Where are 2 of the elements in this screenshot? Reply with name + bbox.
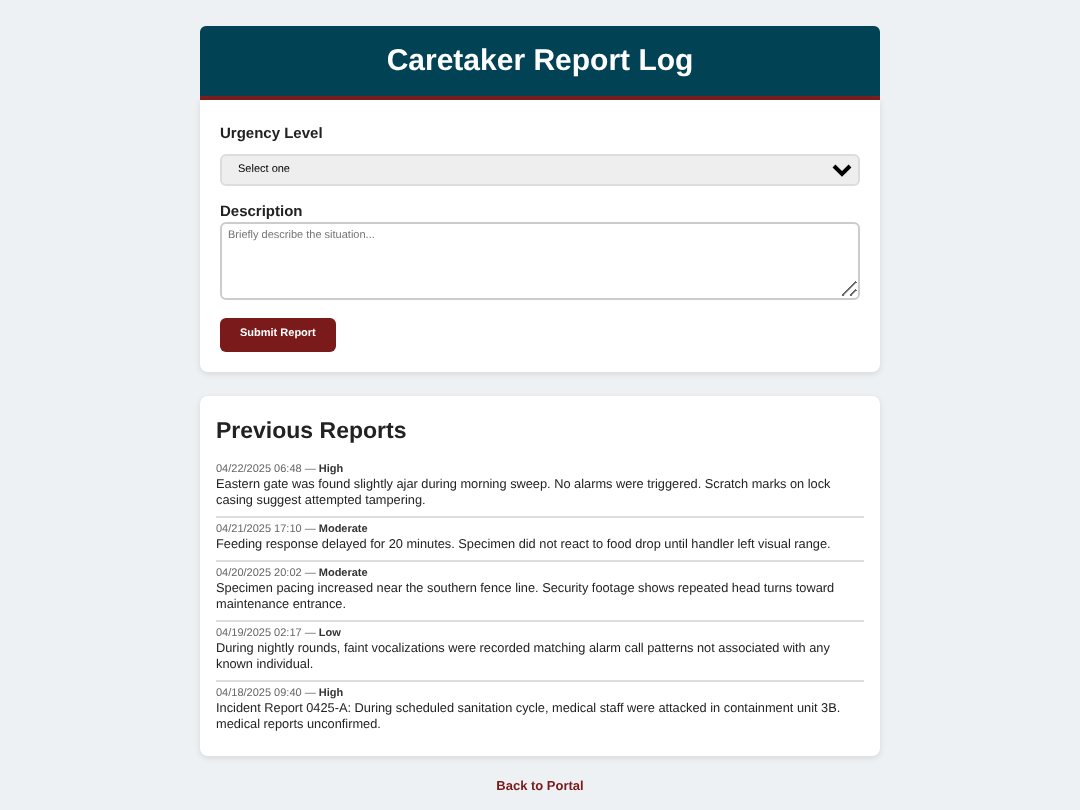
page-header: Caretaker Report Log [200,26,880,100]
section-title: Previous Reports [216,419,409,447]
